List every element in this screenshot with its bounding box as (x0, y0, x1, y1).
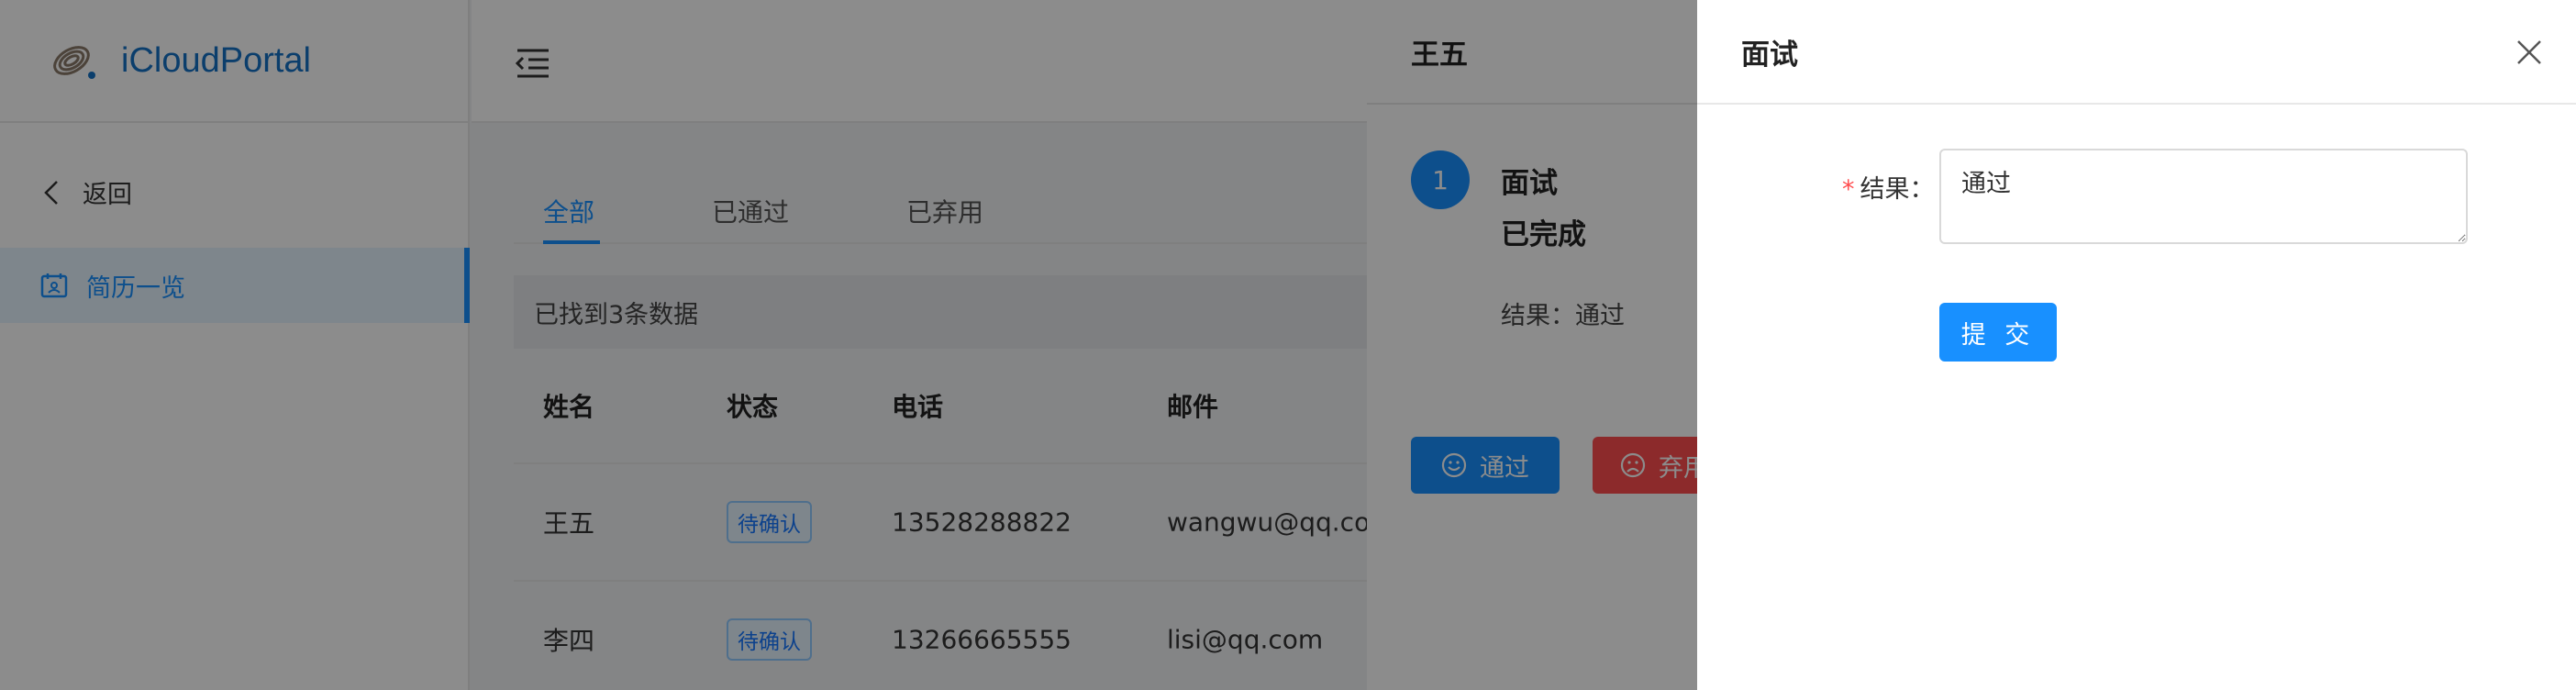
interview-drawer: 面试 * 结果： 通过 提 交 (1697, 0, 2576, 690)
submit-button[interactable]: 提 交 (1939, 303, 2057, 362)
interview-drawer-title: 面试 (1741, 38, 1798, 72)
result-textarea[interactable]: 通过 (1939, 149, 2468, 244)
result-label-text: 结果： (1860, 175, 1935, 204)
required-mark: * (1842, 175, 1855, 204)
close-icon[interactable] (2515, 39, 2543, 66)
interview-drawer-header: 面试 (1697, 0, 2576, 105)
result-label: * 结果： (1842, 169, 1935, 205)
